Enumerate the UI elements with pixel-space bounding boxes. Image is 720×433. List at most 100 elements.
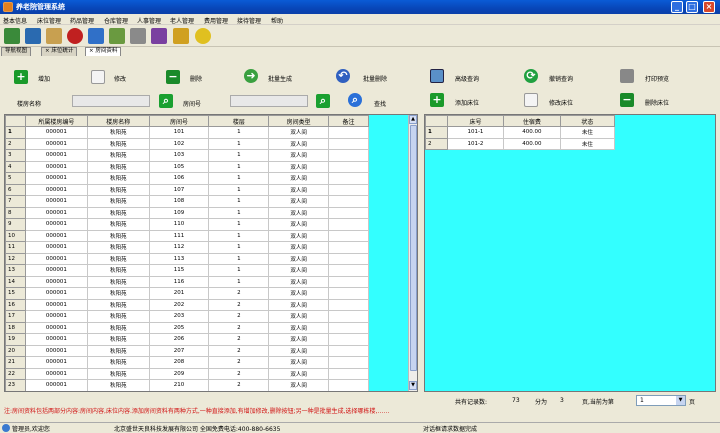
table-cell[interactable] bbox=[328, 172, 369, 185]
table-cell[interactable]: 210 bbox=[148, 379, 210, 391]
row-number[interactable]: 6 bbox=[5, 183, 26, 196]
table-cell[interactable] bbox=[328, 356, 369, 369]
table-cell[interactable]: 2 bbox=[208, 333, 270, 346]
table-cell[interactable]: 秋阳苑 bbox=[86, 137, 150, 150]
row-number[interactable]: 1 bbox=[425, 126, 448, 139]
table-cell[interactable]: 101 bbox=[148, 126, 210, 139]
table-cell[interactable]: 109 bbox=[148, 206, 210, 219]
close-button[interactable]: × bbox=[703, 1, 715, 13]
column-header[interactable]: 状态 bbox=[559, 115, 616, 127]
table-cell[interactable] bbox=[328, 149, 369, 162]
notebook-icon[interactable] bbox=[151, 28, 167, 44]
table-cell[interactable]: 秋阳苑 bbox=[86, 172, 150, 185]
table-cell[interactable]: 000001 bbox=[24, 321, 88, 334]
search-button[interactable]: 查找 bbox=[374, 99, 386, 108]
menu-reception-management[interactable]: 接待管理 bbox=[237, 16, 261, 25]
cancel-query-icon[interactable]: ⟳ bbox=[524, 69, 538, 83]
table-row[interactable]: 14 000001 秋阳苑 116 1 双人间 bbox=[5, 275, 369, 288]
gift-icon[interactable] bbox=[173, 28, 189, 44]
table-cell[interactable]: 101-1 bbox=[446, 126, 505, 139]
menu-basic-info[interactable]: 基本信息 bbox=[3, 16, 27, 25]
table-cell[interactable]: 双人间 bbox=[268, 321, 330, 334]
column-header[interactable]: 楼房名称 bbox=[86, 115, 150, 127]
row-number[interactable]: 10 bbox=[5, 229, 26, 242]
table-cell[interactable]: 双人间 bbox=[268, 172, 330, 185]
table-cell[interactable]: 秋阳苑 bbox=[86, 218, 150, 231]
table-row[interactable]: 13 000001 秋阳苑 115 1 双人间 bbox=[5, 264, 369, 277]
menu-elderly-management[interactable]: 老人管理 bbox=[170, 16, 194, 25]
delete-bed-icon[interactable]: − bbox=[620, 93, 634, 107]
table-cell[interactable]: 208 bbox=[148, 356, 210, 369]
table-cell[interactable]: 1 bbox=[208, 206, 270, 219]
print-preview-icon[interactable] bbox=[620, 69, 634, 83]
table-cell[interactable]: 双人间 bbox=[268, 195, 330, 208]
table-row[interactable]: 2 101-2 400.00 未住 bbox=[425, 137, 616, 150]
table-cell[interactable]: 1 bbox=[208, 241, 270, 254]
table-cell[interactable]: 秋阳苑 bbox=[86, 195, 150, 208]
picture-icon[interactable] bbox=[109, 28, 125, 44]
table-cell[interactable]: 107 bbox=[148, 183, 210, 196]
table-cell[interactable]: 101-2 bbox=[446, 137, 505, 150]
table-cell[interactable]: 双人间 bbox=[268, 149, 330, 162]
table-cell[interactable] bbox=[328, 367, 369, 380]
row-number[interactable]: 3 bbox=[5, 149, 26, 162]
row-number[interactable]: 9 bbox=[5, 218, 26, 231]
table-cell[interactable]: 秋阳苑 bbox=[86, 275, 150, 288]
room-number-input[interactable] bbox=[230, 95, 308, 107]
table-cell[interactable] bbox=[328, 229, 369, 242]
table-cell[interactable] bbox=[328, 275, 369, 288]
table-row[interactable]: 23 000001 秋阳苑 210 2 双人间 bbox=[5, 379, 369, 391]
table-cell[interactable]: 000001 bbox=[24, 275, 88, 288]
table-cell[interactable]: 秋阳苑 bbox=[86, 367, 150, 380]
table-cell[interactable]: 2 bbox=[208, 287, 270, 300]
table-cell[interactable]: 2 bbox=[208, 379, 270, 391]
row-number[interactable]: 4 bbox=[5, 160, 26, 173]
tab-room-info[interactable]: × 房间资料 bbox=[85, 47, 122, 56]
row-number[interactable]: 21 bbox=[5, 356, 26, 369]
delete-bed-button[interactable]: 删除床位 bbox=[645, 98, 669, 107]
table-cell[interactable]: 112 bbox=[148, 241, 210, 254]
table-cell[interactable]: 000001 bbox=[24, 137, 88, 150]
table-row[interactable]: 4 000001 秋阳苑 105 1 双人间 bbox=[5, 160, 369, 173]
table-cell[interactable]: 1 bbox=[208, 195, 270, 208]
table-cell[interactable]: 000001 bbox=[24, 344, 88, 357]
table-cell[interactable]: 双人间 bbox=[268, 264, 330, 277]
column-header[interactable]: 床号 bbox=[446, 115, 505, 127]
book-icon[interactable] bbox=[25, 28, 41, 44]
row-number[interactable]: 2 bbox=[5, 137, 26, 150]
table-cell[interactable]: 双人间 bbox=[268, 367, 330, 380]
edit-icon[interactable] bbox=[91, 70, 105, 84]
table-cell[interactable]: 秋阳苑 bbox=[86, 183, 150, 196]
row-number[interactable]: 20 bbox=[5, 344, 26, 357]
table-cell[interactable]: 2 bbox=[208, 321, 270, 334]
table-row[interactable]: 9 000001 秋阳苑 110 1 双人间 bbox=[5, 218, 369, 231]
table-cell[interactable]: 双人间 bbox=[268, 310, 330, 323]
table-cell[interactable] bbox=[328, 160, 369, 173]
print-preview-button[interactable]: 打印预览 bbox=[645, 74, 669, 83]
table-cell[interactable]: 209 bbox=[148, 367, 210, 380]
table-cell[interactable]: 400.00 bbox=[503, 137, 561, 150]
table-cell[interactable]: 108 bbox=[148, 195, 210, 208]
delete-button[interactable]: 删除 bbox=[190, 74, 202, 83]
column-header[interactable]: 备注 bbox=[328, 115, 369, 127]
table-cell[interactable]: 1 bbox=[208, 137, 270, 150]
table-cell[interactable]: 2 bbox=[208, 310, 270, 323]
table-cell[interactable]: 未住 bbox=[559, 137, 616, 150]
table-row[interactable]: 2 000001 秋阳苑 102 1 双人间 bbox=[5, 137, 369, 150]
edit-bed-button[interactable]: 修改床位 bbox=[549, 98, 573, 107]
add-bed-icon[interactable]: + bbox=[430, 93, 444, 107]
row-number[interactable]: 7 bbox=[5, 195, 26, 208]
table-cell[interactable]: 双人间 bbox=[268, 298, 330, 311]
table-row[interactable]: 1 000001 秋阳苑 101 1 双人间 bbox=[5, 126, 369, 139]
row-number[interactable]: 17 bbox=[5, 310, 26, 323]
advanced-query-button[interactable]: 高级查询 bbox=[455, 74, 479, 83]
table-cell[interactable]: 秋阳苑 bbox=[86, 298, 150, 311]
table-cell[interactable]: 双人间 bbox=[268, 252, 330, 265]
table-cell[interactable]: 未住 bbox=[559, 126, 616, 139]
table-cell[interactable]: 1 bbox=[208, 160, 270, 173]
table-cell[interactable]: 113 bbox=[148, 252, 210, 265]
delete-icon[interactable]: − bbox=[166, 70, 180, 84]
table-cell[interactable]: 106 bbox=[148, 172, 210, 185]
table-cell[interactable]: 秋阳苑 bbox=[86, 356, 150, 369]
table-row[interactable]: 12 000001 秋阳苑 113 1 双人间 bbox=[5, 252, 369, 265]
